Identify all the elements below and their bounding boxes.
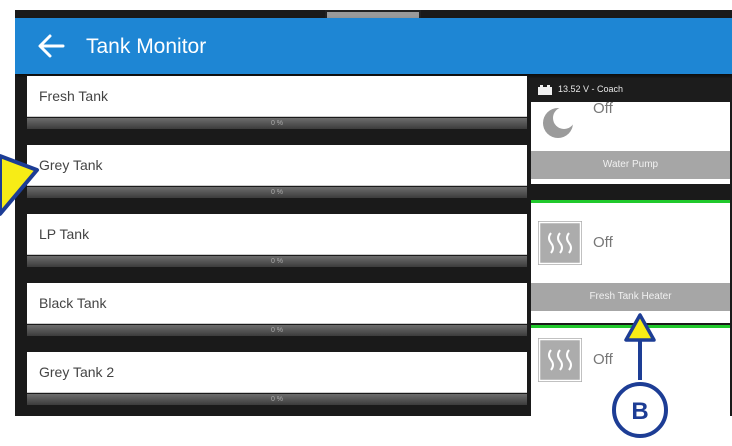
page-title: Tank Monitor — [86, 35, 207, 58]
fresh-tank-heater-card[interactable]: Off Fresh Tank Heater — [531, 203, 730, 323]
callout-arrow-left — [0, 154, 39, 216]
tank-name: LP Tank — [39, 226, 90, 242]
heater-label: Fresh Tank Heater — [531, 283, 730, 311]
heater-icon — [538, 338, 582, 382]
water-pump-icon — [543, 107, 573, 138]
tank-item-grey[interactable]: Grey Tank 0 % — [27, 145, 527, 203]
tank-level-value: 0 % — [270, 189, 284, 196]
water-pump-state: Off — [593, 100, 613, 117]
app-bar: Tank Monitor — [15, 18, 732, 74]
tank-name: Grey Tank 2 — [39, 364, 115, 380]
tank-item-lp[interactable]: LP Tank 0 % — [27, 214, 527, 272]
water-pump-label: Water Pump — [531, 151, 730, 179]
tank-name: Black Tank — [39, 295, 107, 311]
tank-level-value: 0 % — [270, 258, 284, 265]
tank-level-bar: 0 % — [27, 256, 527, 267]
callout-b: B — [612, 313, 668, 438]
battery-icon — [538, 85, 552, 95]
tank-level-bar: 0 % — [27, 187, 527, 198]
heater-state: Off — [593, 234, 613, 251]
tank-name: Grey Tank — [39, 157, 103, 173]
water-pump-card[interactable]: Off Water Pump — [531, 100, 730, 184]
callout-b-label: B — [631, 398, 648, 425]
tank-card: Grey Tank 2 — [27, 352, 527, 393]
heater-icon — [538, 221, 582, 265]
tank-card: Fresh Tank — [27, 76, 527, 117]
tank-item-black[interactable]: Black Tank 0 % — [27, 283, 527, 341]
tank-card: Black Tank — [27, 283, 527, 324]
status-text: 13.52 V - Coach — [558, 84, 624, 94]
tank-level-bar: 0 % — [27, 325, 527, 336]
tank-item-fresh[interactable]: Fresh Tank 0 % — [27, 76, 527, 134]
tank-card: LP Tank — [27, 214, 527, 255]
status-bar: 13.52 V - Coach — [529, 78, 732, 102]
tank-level-bar: 0 % — [27, 394, 527, 405]
tank-card: Grey Tank — [27, 145, 527, 186]
tank-level-value: 0 % — [270, 120, 284, 127]
tank-name: Fresh Tank — [39, 88, 108, 104]
tank-level-bar: 0 % — [27, 118, 527, 129]
back-arrow-icon[interactable] — [35, 31, 67, 61]
tank-level-value: 0 % — [270, 396, 284, 403]
tank-item-grey-2[interactable]: Grey Tank 2 0 % — [27, 352, 527, 410]
tank-level-value: 0 % — [270, 327, 284, 334]
